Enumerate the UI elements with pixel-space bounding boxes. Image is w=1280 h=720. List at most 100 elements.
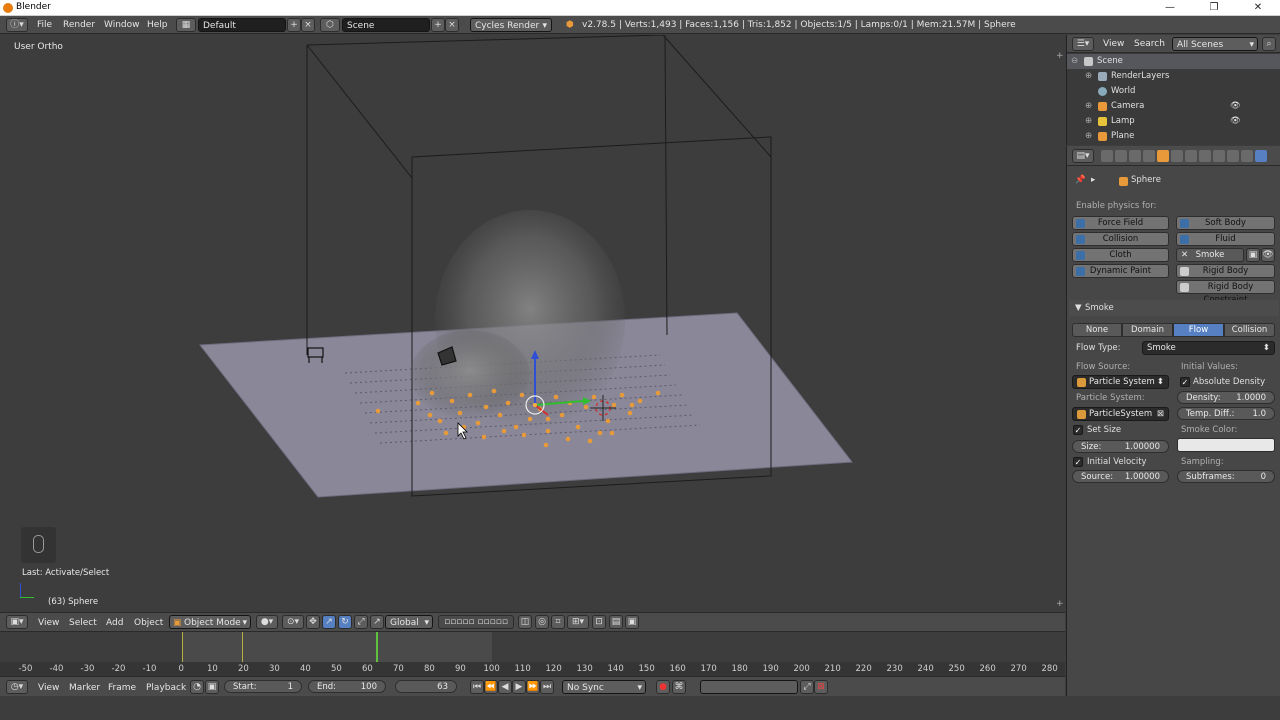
snap-toggle-icon[interactable]: ⌗ — [551, 615, 565, 629]
scale-manipulator-icon[interactable]: ⤢ — [354, 615, 368, 629]
manipulator-extra-icon[interactable]: ↗ — [370, 615, 384, 629]
outliner-row-plane[interactable]: ⊕ Plane — [1067, 129, 1280, 141]
constraints-tab-icon[interactable] — [1171, 150, 1183, 162]
size-field[interactable]: Size: 1.00000 — [1072, 440, 1169, 453]
editor-type-properties-icon[interactable]: ▤▾ — [1072, 149, 1094, 163]
jump-start-icon[interactable]: ⏮ — [470, 680, 484, 694]
smoke-type-domain[interactable]: Domain — [1122, 323, 1173, 337]
render-preview-icon[interactable]: ▤ — [609, 615, 623, 629]
next-keyframe-icon[interactable]: ⏩ — [526, 680, 540, 694]
opengl-render-icon[interactable]: ▣ — [625, 615, 639, 629]
outliner-row-world[interactable]: World — [1067, 84, 1280, 99]
flow-type-select[interactable]: Smoke ⬍ — [1142, 341, 1275, 355]
screen-layout-icon[interactable]: ▦ — [176, 18, 196, 32]
data-tab-icon[interactable] — [1199, 150, 1211, 162]
smoke-render-toggle-icon[interactable]: ▣ — [1246, 248, 1260, 262]
physics-tab-icon[interactable] — [1255, 150, 1267, 162]
menu-window[interactable]: Window — [104, 19, 140, 32]
render-tab-icon[interactable] — [1101, 150, 1113, 162]
source-field[interactable]: Source: 1.00000 — [1072, 470, 1169, 483]
close-window-button[interactable]: ✕ — [1236, 0, 1280, 16]
collision-button[interactable]: Collision — [1072, 232, 1169, 246]
outliner-filter-select[interactable]: All Scenes ▾ — [1172, 37, 1258, 51]
layers-grid-icon[interactable]: ▫▫▫▫▫ ▫▫▫▫▫ — [438, 615, 514, 629]
orientation-select[interactable]: Global ▾ — [385, 615, 433, 629]
add-scene-icon[interactable]: + — [431, 18, 445, 32]
sync-mode-select[interactable]: No Sync ▾ — [562, 680, 646, 694]
rigid-body-constraint-button[interactable]: Rigid Body Constraint — [1176, 280, 1275, 305]
pin-icon[interactable]: 📌 — [1075, 175, 1086, 185]
scene-icon[interactable]: ⬡ — [320, 18, 340, 32]
current-frame-field[interactable]: 63 — [395, 680, 457, 693]
lock-layers-icon[interactable]: ◫ — [518, 615, 532, 629]
object-tab-icon[interactable] — [1157, 150, 1169, 162]
smoke-type-none[interactable]: None — [1072, 323, 1122, 337]
preview-range-icon[interactable]: ◔ — [190, 680, 204, 694]
current-frame-line[interactable] — [376, 632, 378, 662]
initial-velocity-checkbox[interactable]: ✓ — [1073, 457, 1083, 467]
menu-select[interactable]: Select — [69, 617, 97, 630]
menu-object[interactable]: Object — [134, 617, 163, 630]
insert-keyframe-icon[interactable]: ⤢ — [800, 680, 814, 694]
smoke-type-collision[interactable]: Collision — [1224, 323, 1275, 337]
fluid-button[interactable]: Fluid — [1176, 232, 1275, 246]
menu-playback[interactable]: Playback — [146, 682, 186, 695]
maximize-button[interactable]: ❐ — [1192, 0, 1236, 16]
particles-tab-icon[interactable] — [1241, 150, 1253, 162]
menu-add[interactable]: Add — [106, 617, 123, 630]
render-engine-select[interactable]: Cycles Render ▾ — [470, 18, 552, 32]
visibility-eye-icon[interactable]: 👁 — [1230, 114, 1241, 129]
start-frame-field[interactable]: Start: 1 — [224, 680, 302, 693]
density-field[interactable]: Density: 1.0000 — [1177, 391, 1275, 404]
region-toggle-icon[interactable]: + — [1056, 599, 1064, 609]
scene-tab-icon[interactable] — [1129, 150, 1141, 162]
keying-set-icon[interactable]: ⌘ — [672, 680, 686, 694]
remove-scene-icon[interactable]: × — [445, 18, 459, 32]
menu-file[interactable]: File — [37, 19, 52, 32]
manipulator-toggle-icon[interactable]: ✥ — [306, 615, 320, 629]
force-field-button[interactable]: Force Field — [1072, 216, 1169, 230]
minimize-button[interactable]: — — [1148, 0, 1192, 16]
world-tab-icon[interactable] — [1143, 150, 1155, 162]
menu-frame[interactable]: Frame — [108, 682, 136, 695]
keying-set-field[interactable] — [700, 680, 798, 694]
editor-type-info-icon[interactable]: ⓘ▾ — [6, 18, 28, 32]
lock-range-icon[interactable]: ▣ — [205, 680, 219, 694]
menu-help[interactable]: Help — [147, 19, 168, 32]
add-layout-icon[interactable]: + — [287, 18, 301, 32]
smoke-panel-header[interactable]: ▼ Smoke — [1069, 300, 1279, 316]
translate-manipulator-icon[interactable]: ↗ — [322, 615, 336, 629]
3d-viewport[interactable]: User Ortho Last: Activate/Select (63) Sp… — [0, 35, 1065, 612]
set-size-checkbox[interactable]: ✓ — [1073, 425, 1083, 435]
smoke-color-swatch[interactable] — [1177, 438, 1275, 452]
timeline-area[interactable]: -50 -40 -30 -20 -10 0 10 20 30 40 50 60 70 80 90 100 110… — [0, 631, 1065, 677]
soft-body-button[interactable]: Soft Body — [1176, 216, 1275, 230]
editor-type-outliner-icon[interactable]: ☰▾ — [1072, 37, 1094, 51]
particle-system-select[interactable]: ParticleSystem ⊠ — [1072, 407, 1169, 421]
outliner-row-scene[interactable]: ⊖ Scene — [1067, 54, 1280, 69]
outliner-row-camera[interactable]: ⊕ Camera 👁 — [1067, 99, 1280, 114]
rigid-body-button[interactable]: Rigid Body — [1176, 264, 1275, 278]
material-tab-icon[interactable] — [1213, 150, 1225, 162]
toolshelf-toggle-icon[interactable]: + — [1056, 51, 1064, 61]
prev-keyframe-icon[interactable]: ⏪ — [484, 680, 498, 694]
proportional-edit-icon[interactable]: ◎ — [535, 615, 549, 629]
jump-end-icon[interactable]: ⏭ — [540, 680, 554, 694]
layout-field[interactable]: Default — [198, 18, 286, 32]
smoke-view-toggle-icon[interactable]: 👁 — [1261, 248, 1275, 262]
outliner-search-icon[interactable]: ⌕ — [1262, 37, 1276, 51]
rotate-manipulator-icon[interactable]: ↻ — [338, 615, 352, 629]
snap-target-icon[interactable]: ⊡ — [592, 615, 606, 629]
record-keyframe-icon[interactable]: ● — [656, 680, 670, 694]
last-operator-label[interactable]: Last: Activate/Select — [22, 568, 109, 578]
menu-timeline-view[interactable]: View — [38, 682, 59, 695]
modifiers-tab-icon[interactable] — [1185, 150, 1197, 162]
texture-tab-icon[interactable] — [1227, 150, 1239, 162]
menu-marker[interactable]: Marker — [69, 682, 100, 695]
editor-type-3dview-icon[interactable]: ▣▾ — [6, 615, 28, 629]
pivot-point-icon[interactable]: ⊙▾ — [282, 615, 304, 629]
play-icon[interactable]: ▶ — [512, 680, 526, 694]
menu-render[interactable]: Render — [63, 19, 95, 32]
editor-type-timeline-icon[interactable]: ◷▾ — [6, 680, 28, 694]
cloth-button[interactable]: Cloth — [1072, 248, 1169, 262]
